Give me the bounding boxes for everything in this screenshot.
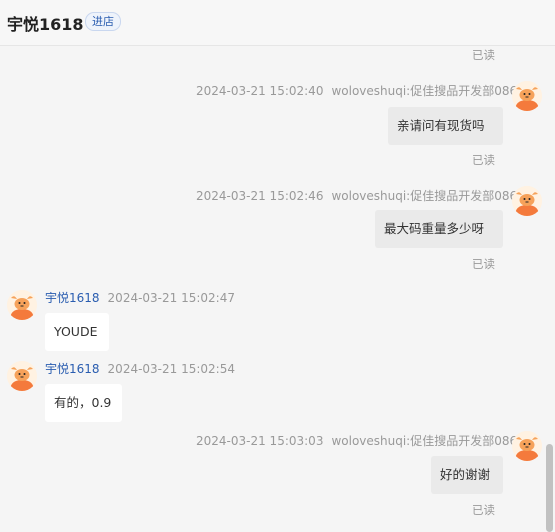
message-timestamp: 2024-03-21 15:02:46 [196, 189, 324, 203]
message-meta: 宇悦1618 2024-03-21 15:02:47 [45, 289, 235, 306]
message-meta: 2024-03-21 15:02:46 woloveshuqi:促佳搜品开发部08… [196, 187, 517, 204]
message-sender: woloveshuqi:促佳搜品开发部086 [331, 84, 518, 98]
scrollbar[interactable] [544, 444, 555, 532]
message-bubble[interactable]: 好的谢谢 [431, 456, 503, 494]
scrollbar-thumb[interactable] [546, 444, 553, 532]
avatar-icon[interactable] [512, 186, 542, 216]
message-meta: 2024-03-21 15:03:03 woloveshuqi:促佳搜品开发部08… [196, 432, 517, 449]
message-sender[interactable]: 宇悦1618 [45, 362, 100, 376]
enter-store-button[interactable]: 进店 [85, 12, 121, 31]
shop-name[interactable]: 宇悦1618 [7, 11, 84, 35]
chat-header: 宇悦1618 进店 [0, 0, 555, 46]
message-meta: 2024-03-21 15:02:40 woloveshuqi:促佳搜品开发部08… [196, 82, 517, 99]
message-timestamp: 2024-03-21 15:02:47 [107, 291, 235, 305]
read-status: 已读 [472, 48, 495, 62]
message-timestamp: 2024-03-21 15:02:54 [107, 362, 235, 376]
read-status: 已读 [472, 503, 495, 517]
message-sender: woloveshuqi:促佳搜品开发部086 [331, 189, 518, 203]
message-bubble[interactable]: 有的，0.9 [45, 384, 122, 422]
message-sender: woloveshuqi:促佳搜品开发部086 [331, 434, 518, 448]
avatar-icon[interactable] [7, 290, 37, 320]
message-meta: 宇悦1618 2024-03-21 15:02:54 [45, 360, 235, 377]
avatar-icon[interactable] [512, 431, 542, 461]
read-status: 已读 [472, 257, 495, 271]
message-bubble[interactable]: 最大码重量多少呀 [375, 210, 503, 248]
message-list[interactable]: 已读 2024-03-21 15:02:40 woloveshuqi:促佳搜品开发… [0, 46, 555, 532]
message-bubble[interactable]: YOUDE [45, 313, 109, 351]
avatar-icon[interactable] [7, 361, 37, 391]
message-bubble[interactable]: 亲请问有现货吗 [388, 107, 503, 145]
avatar-icon[interactable] [512, 81, 542, 111]
message-sender[interactable]: 宇悦1618 [45, 291, 100, 305]
message-timestamp: 2024-03-21 15:03:03 [196, 434, 324, 448]
message-timestamp: 2024-03-21 15:02:40 [196, 84, 324, 98]
read-status: 已读 [472, 153, 495, 167]
